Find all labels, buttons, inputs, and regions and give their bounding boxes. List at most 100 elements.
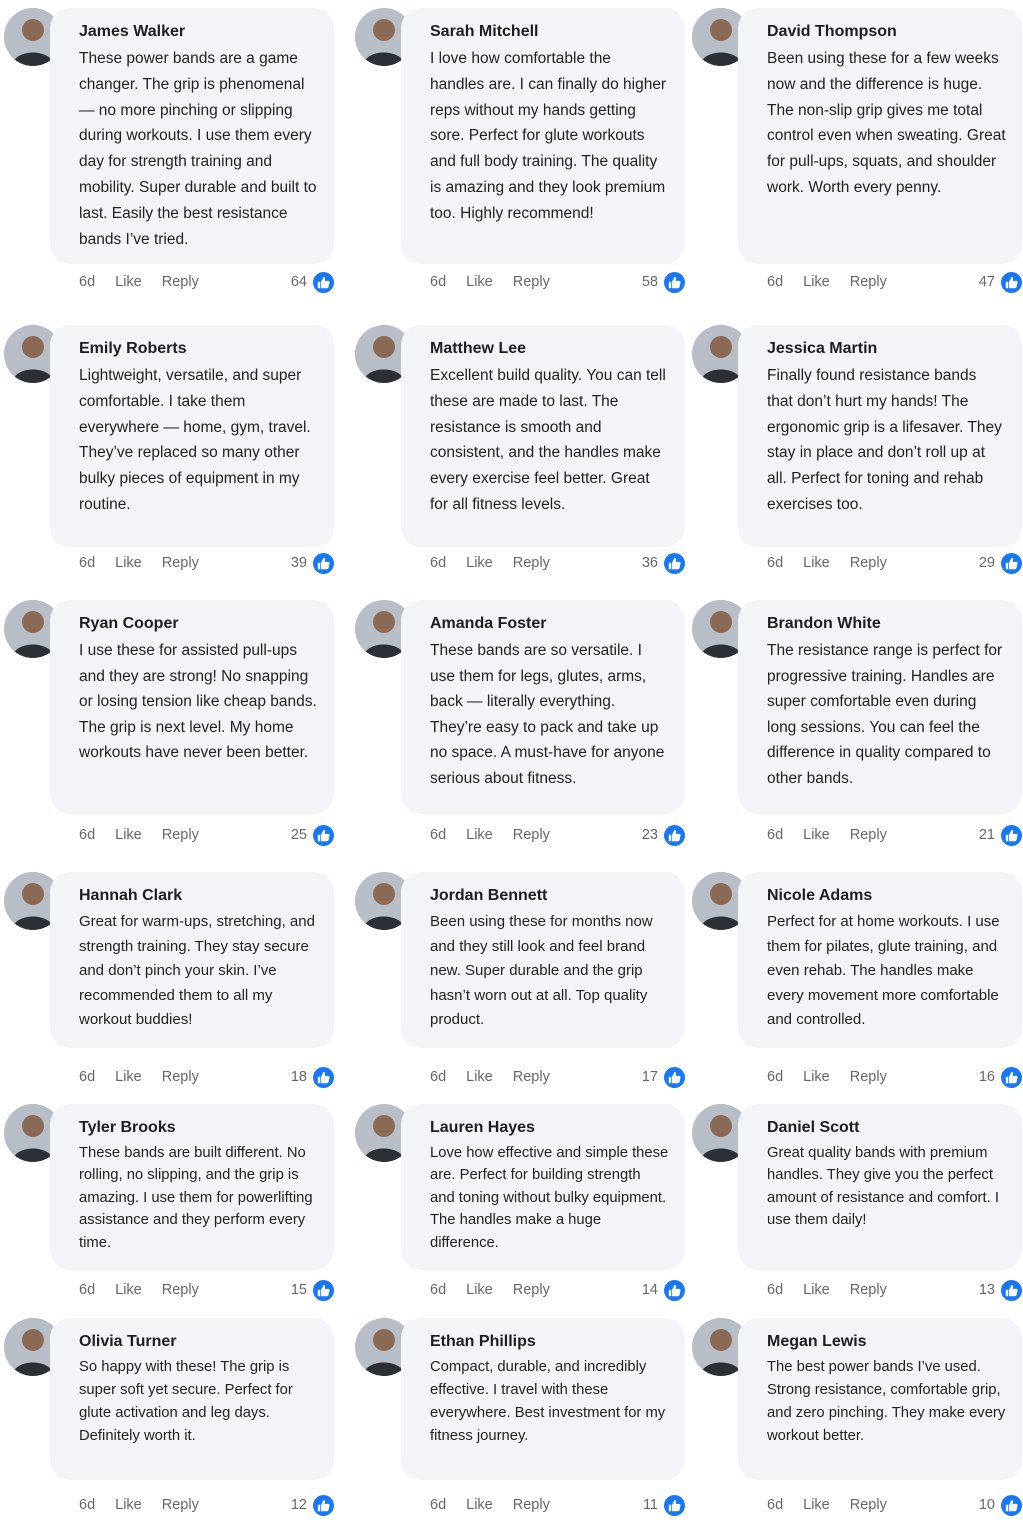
reply-button[interactable]: Reply bbox=[850, 274, 887, 290]
comment-author[interactable]: Hannah Clark bbox=[79, 886, 318, 906]
like-count: 23 bbox=[641, 827, 658, 843]
like-summary[interactable]: 17 bbox=[642, 1065, 685, 1089]
reply-button[interactable]: Reply bbox=[850, 1497, 887, 1513]
like-count: 39 bbox=[290, 555, 307, 571]
comment-time: 6d bbox=[430, 555, 447, 571]
like-summary[interactable]: 13 bbox=[979, 1278, 1022, 1302]
comment-time: 6d bbox=[430, 1282, 447, 1298]
reply-button[interactable]: Reply bbox=[850, 827, 887, 843]
like-button[interactable]: Like bbox=[803, 1497, 830, 1513]
reply-button[interactable]: Reply bbox=[513, 1282, 550, 1298]
comment-author[interactable]: Tyler Brooks bbox=[79, 1118, 318, 1138]
comment-bubble: Sarah Mitchell I love how comfortable th… bbox=[401, 8, 685, 264]
comment-time: 6d bbox=[430, 827, 447, 843]
comment-actions: 6d Like Reply 29 bbox=[767, 551, 1022, 575]
comment-actions: 6d Like Reply 64 bbox=[79, 270, 334, 294]
comment-author[interactable]: David Thompson bbox=[767, 22, 1006, 42]
like-button[interactable]: Like bbox=[115, 1069, 142, 1085]
like-summary[interactable]: 21 bbox=[979, 823, 1022, 847]
comment-text: Love how effective and simple these are.… bbox=[430, 1145, 669, 1251]
reply-button[interactable]: Reply bbox=[513, 827, 550, 843]
reply-button[interactable]: Reply bbox=[162, 555, 199, 571]
comment-author[interactable]: James Walker bbox=[79, 22, 318, 42]
comment-author[interactable]: Emily Roberts bbox=[79, 339, 318, 359]
comment-author[interactable]: Jessica Martin bbox=[767, 339, 1006, 359]
like-summary[interactable]: 18 bbox=[291, 1065, 334, 1089]
comment-actions: 6d Like Reply 47 bbox=[767, 270, 1022, 294]
reply-button[interactable]: Reply bbox=[513, 1497, 550, 1513]
comment-author[interactable]: Brandon White bbox=[767, 614, 1006, 634]
comment-bubble: Megan Lewis The best power bands I’ve us… bbox=[738, 1318, 1022, 1480]
comment-author[interactable]: Sarah Mitchell bbox=[430, 22, 669, 42]
comment-author[interactable]: Megan Lewis bbox=[767, 1332, 1006, 1352]
comment-author[interactable]: Jordan Bennett bbox=[430, 886, 669, 906]
comment-bubble: Nicole Adams Perfect for at home workout… bbox=[738, 872, 1022, 1048]
thumbs-up-icon bbox=[1001, 552, 1022, 574]
like-button[interactable]: Like bbox=[466, 827, 493, 843]
like-summary[interactable]: 47 bbox=[979, 270, 1022, 294]
like-button[interactable]: Like bbox=[803, 827, 830, 843]
comment-actions: 6d Like Reply 11 bbox=[430, 1493, 685, 1517]
comment-actions: 6d Like Reply 21 bbox=[767, 823, 1022, 847]
reply-button[interactable]: Reply bbox=[162, 1069, 199, 1085]
comment-text: Great quality bands with premium handles… bbox=[767, 1145, 999, 1229]
like-count: 21 bbox=[978, 827, 995, 843]
comment-text: Excellent build quality. You can tell th… bbox=[430, 367, 666, 513]
comment-actions: 6d Like Reply 14 bbox=[430, 1278, 685, 1302]
like-summary[interactable]: 12 bbox=[291, 1493, 334, 1517]
like-button[interactable]: Like bbox=[115, 1497, 142, 1513]
comment-author[interactable]: Ethan Phillips bbox=[430, 1332, 669, 1352]
like-summary[interactable]: 58 bbox=[642, 270, 685, 294]
like-button[interactable]: Like bbox=[115, 274, 142, 290]
reply-button[interactable]: Reply bbox=[850, 555, 887, 571]
like-button[interactable]: Like bbox=[466, 555, 493, 571]
like-button[interactable]: Like bbox=[115, 827, 142, 843]
comment-author[interactable]: Olivia Turner bbox=[79, 1332, 318, 1352]
comment-author[interactable]: Ryan Cooper bbox=[79, 614, 318, 634]
comment-author[interactable]: Nicole Adams bbox=[767, 886, 1006, 906]
like-summary[interactable]: 10 bbox=[979, 1493, 1022, 1517]
like-summary[interactable]: 16 bbox=[979, 1065, 1022, 1089]
like-button[interactable]: Like bbox=[115, 555, 142, 571]
comment-author[interactable]: Daniel Scott bbox=[767, 1118, 1006, 1138]
like-summary[interactable]: 15 bbox=[291, 1278, 334, 1302]
reply-button[interactable]: Reply bbox=[162, 274, 199, 290]
like-summary[interactable]: 11 bbox=[643, 1493, 685, 1517]
comment-author[interactable]: Amanda Foster bbox=[430, 614, 669, 634]
like-summary[interactable]: 23 bbox=[642, 823, 685, 847]
reply-button[interactable]: Reply bbox=[513, 1069, 550, 1085]
comment-text: These bands are built different. No roll… bbox=[79, 1145, 313, 1251]
like-button[interactable]: Like bbox=[466, 1497, 493, 1513]
thumbs-up-icon bbox=[1001, 824, 1022, 846]
like-button[interactable]: Like bbox=[803, 274, 830, 290]
like-button[interactable]: Like bbox=[466, 1069, 493, 1085]
like-count: 25 bbox=[290, 827, 307, 843]
like-summary[interactable]: 29 bbox=[979, 551, 1022, 575]
comment-author[interactable]: Matthew Lee bbox=[430, 339, 669, 359]
comment-bubble: Emily Roberts Lightweight, versatile, an… bbox=[50, 325, 334, 547]
like-summary[interactable]: 64 bbox=[291, 270, 334, 294]
like-button[interactable]: Like bbox=[803, 1282, 830, 1298]
reply-button[interactable]: Reply bbox=[162, 1282, 199, 1298]
like-summary[interactable]: 39 bbox=[291, 551, 334, 575]
reply-button[interactable]: Reply bbox=[850, 1069, 887, 1085]
comment-author[interactable]: Lauren Hayes bbox=[430, 1118, 669, 1138]
like-button[interactable]: Like bbox=[803, 1069, 830, 1085]
like-summary[interactable]: 14 bbox=[642, 1278, 685, 1302]
comment-text: I love how comfortable the handles are. … bbox=[430, 50, 667, 222]
thumbs-up-icon bbox=[664, 552, 685, 574]
like-summary[interactable]: 36 bbox=[642, 551, 685, 575]
like-button[interactable]: Like bbox=[115, 1282, 142, 1298]
like-count: 14 bbox=[641, 1282, 658, 1298]
reply-button[interactable]: Reply bbox=[162, 827, 199, 843]
like-summary[interactable]: 25 bbox=[291, 823, 334, 847]
comment-bubble: James Walker These power bands are a gam… bbox=[50, 8, 334, 264]
reply-button[interactable]: Reply bbox=[162, 1497, 199, 1513]
reply-button[interactable]: Reply bbox=[513, 555, 550, 571]
like-button[interactable]: Like bbox=[466, 274, 493, 290]
like-button[interactable]: Like bbox=[803, 555, 830, 571]
reply-button[interactable]: Reply bbox=[513, 274, 550, 290]
like-button[interactable]: Like bbox=[466, 1282, 493, 1298]
comment-bubble: Ryan Cooper I use these for assisted pul… bbox=[50, 600, 334, 814]
reply-button[interactable]: Reply bbox=[850, 1282, 887, 1298]
